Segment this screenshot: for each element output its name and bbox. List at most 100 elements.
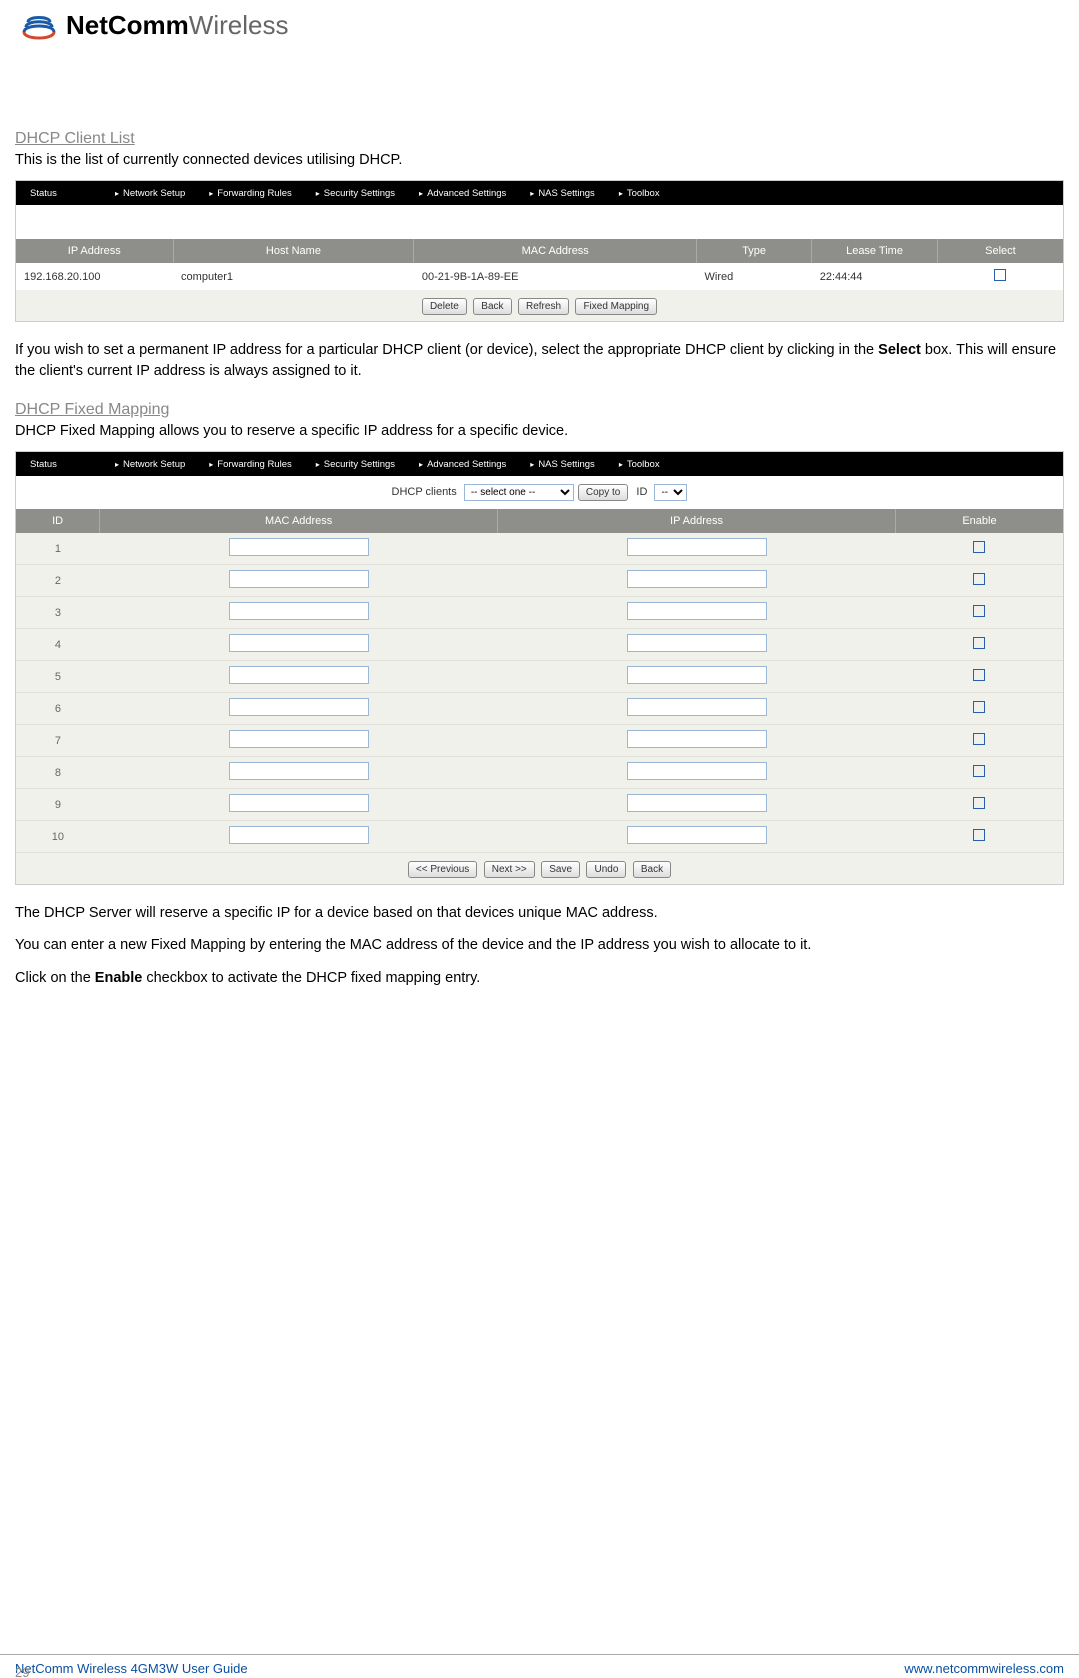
desc-enter-mapping: You can enter a new Fixed Mapping by ent… xyxy=(15,935,1064,955)
ip-input[interactable] xyxy=(627,634,767,652)
screenshot-fixed-mapping: Status ▸Network Setup ▸Forwarding Rules … xyxy=(15,451,1064,885)
mac-input[interactable] xyxy=(229,794,369,812)
mac-input[interactable] xyxy=(229,602,369,620)
nav-forwarding-rules[interactable]: ▸Forwarding Rules xyxy=(199,452,305,476)
mac-input[interactable] xyxy=(229,634,369,652)
enable-checkbox[interactable] xyxy=(973,637,985,649)
ip-input[interactable] xyxy=(627,570,767,588)
enable-checkbox[interactable] xyxy=(973,765,985,777)
table-row: 9 xyxy=(16,789,1063,821)
back-button[interactable]: Back xyxy=(473,298,511,315)
mac-input[interactable] xyxy=(229,570,369,588)
th-lease: Lease Time xyxy=(812,239,938,263)
mac-input[interactable] xyxy=(229,730,369,748)
caret-icon: ▸ xyxy=(115,460,119,469)
cell-id: 6 xyxy=(16,693,100,725)
th-ip2: IP Address xyxy=(498,509,896,533)
next-button[interactable]: Next >> xyxy=(484,861,535,878)
id-label: ID xyxy=(636,486,647,498)
enable-checkbox[interactable] xyxy=(973,541,985,553)
brand-bold: NetComm xyxy=(66,10,189,40)
ip-input[interactable] xyxy=(627,538,767,556)
nav-advanced-settings[interactable]: ▸Advanced Settings xyxy=(409,452,520,476)
ip-input[interactable] xyxy=(627,602,767,620)
page-number: 29 xyxy=(15,1665,29,1678)
table-row: 3 xyxy=(16,597,1063,629)
cell-id: 2 xyxy=(16,565,100,597)
enable-checkbox[interactable] xyxy=(973,797,985,809)
caret-icon: ▸ xyxy=(316,460,320,469)
th-select: Select xyxy=(937,239,1063,263)
table-row: 7 xyxy=(16,725,1063,757)
ip-input[interactable] xyxy=(627,698,767,716)
undo-button[interactable]: Undo xyxy=(586,861,626,878)
nav-nas-settings[interactable]: ▸NAS Settings xyxy=(520,452,609,476)
caret-icon: ▸ xyxy=(209,189,213,198)
dhcp-client-table: IP Address Host Name MAC Address Type Le… xyxy=(16,239,1063,290)
select-checkbox[interactable] xyxy=(994,269,1006,281)
copy-to-button[interactable]: Copy to xyxy=(578,484,628,501)
table-row: 1 xyxy=(16,533,1063,565)
ip-input[interactable] xyxy=(627,826,767,844)
caret-icon: ▸ xyxy=(530,189,534,198)
prev-button[interactable]: << Previous xyxy=(408,861,477,878)
cell-id: 4 xyxy=(16,629,100,661)
brand-light: Wireless xyxy=(189,10,289,40)
nav-toolbox[interactable]: ▸Toolbox xyxy=(609,452,674,476)
fixed-mapping-table: ID MAC Address IP Address Enable 1234567… xyxy=(16,509,1063,853)
ip-input[interactable] xyxy=(627,666,767,684)
cell-ip: 192.168.20.100 xyxy=(16,263,173,290)
mac-input[interactable] xyxy=(229,762,369,780)
cell-id: 9 xyxy=(16,789,100,821)
mac-input[interactable] xyxy=(229,698,369,716)
client-list-actions: Delete Back Refresh Fixed Mapping xyxy=(16,290,1063,321)
mac-input[interactable] xyxy=(229,826,369,844)
ip-input[interactable] xyxy=(627,730,767,748)
nav-toolbox[interactable]: ▸Toolbox xyxy=(609,181,674,205)
caret-icon: ▸ xyxy=(619,460,623,469)
nav-network-setup[interactable]: ▸Network Setup xyxy=(105,181,199,205)
table-row: 4 xyxy=(16,629,1063,661)
nav-bar: Status ▸Network Setup ▸Forwarding Rules … xyxy=(16,181,1063,205)
refresh-button[interactable]: Refresh xyxy=(518,298,569,315)
back-button-2[interactable]: Back xyxy=(633,861,671,878)
enable-checkbox[interactable] xyxy=(973,605,985,617)
th-mac2: MAC Address xyxy=(100,509,498,533)
mac-input[interactable] xyxy=(229,666,369,684)
footer-left: NetComm Wireless 4GM3W User Guide xyxy=(15,1661,248,1676)
desc-enable-checkbox: Click on the Enable checkbox to activate… xyxy=(15,968,1064,988)
id-select[interactable]: -- xyxy=(654,484,687,501)
nav-forwarding-rules[interactable]: ▸Forwarding Rules xyxy=(199,181,305,205)
enable-checkbox[interactable] xyxy=(973,669,985,681)
nav-advanced-settings[interactable]: ▸Advanced Settings xyxy=(409,181,520,205)
nav-nas-settings[interactable]: ▸NAS Settings xyxy=(520,181,609,205)
ip-input[interactable] xyxy=(627,762,767,780)
nav-security-settings[interactable]: ▸Security Settings xyxy=(306,181,409,205)
enable-checkbox[interactable] xyxy=(973,733,985,745)
delete-button[interactable]: Delete xyxy=(422,298,467,315)
caret-icon: ▸ xyxy=(115,189,119,198)
nav-security-settings[interactable]: ▸Security Settings xyxy=(306,452,409,476)
ip-input[interactable] xyxy=(627,794,767,812)
table-row: 2 xyxy=(16,565,1063,597)
page-header: NetCommWireless xyxy=(0,0,1079,48)
section-title-dhcp-client-list: DHCP Client List xyxy=(15,130,1064,148)
th-type: Type xyxy=(697,239,812,263)
fixed-mapping-button[interactable]: Fixed Mapping xyxy=(575,298,657,315)
save-button[interactable]: Save xyxy=(541,861,580,878)
table-row: 10 xyxy=(16,821,1063,853)
table-row: 6 xyxy=(16,693,1063,725)
enable-checkbox[interactable] xyxy=(973,701,985,713)
caret-icon: ▸ xyxy=(419,189,423,198)
brand-text: NetCommWireless xyxy=(66,10,288,41)
cell-id: 8 xyxy=(16,757,100,789)
footer-right: www.netcommwireless.com xyxy=(904,1661,1064,1676)
nav-status[interactable]: Status xyxy=(16,181,105,205)
nav-status[interactable]: Status xyxy=(16,452,105,476)
enable-checkbox[interactable] xyxy=(973,573,985,585)
enable-checkbox[interactable] xyxy=(973,829,985,841)
mac-input[interactable] xyxy=(229,538,369,556)
dhcp-clients-select[interactable]: -- select one -- xyxy=(464,484,574,501)
caret-icon: ▸ xyxy=(209,460,213,469)
nav-network-setup[interactable]: ▸Network Setup xyxy=(105,452,199,476)
